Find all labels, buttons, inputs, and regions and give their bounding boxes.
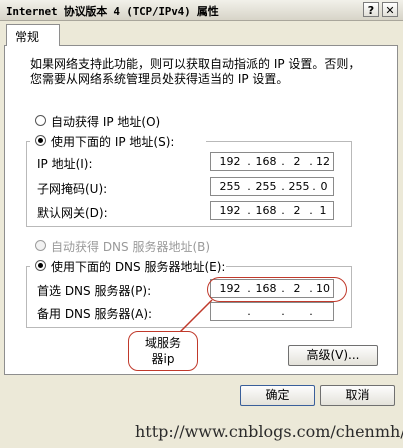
ok-button[interactable]: 确定 [240, 385, 315, 406]
dot: . [281, 155, 285, 168]
cancel-button[interactable]: 取消 [320, 385, 395, 406]
ip-octet: 168 [255, 204, 277, 217]
help-icon: ? [367, 4, 375, 17]
ip-octet: 0 [320, 180, 328, 193]
title-bar[interactable]: Internet 协议版本 4 (TCP/IPv4) 属性 ? ✕ [0, 0, 403, 21]
help-button[interactable]: ? [363, 2, 379, 17]
ip-octet: 192 [219, 204, 241, 217]
dot: . [247, 204, 251, 217]
watermark-text: http://www.cnblogs.com/chenmh/ [135, 422, 403, 441]
close-icon: ✕ [385, 4, 395, 17]
window-title: Internet 协议版本 4 (TCP/IPv4) 属性 [6, 5, 219, 18]
dot: . [309, 305, 313, 318]
dot: . [309, 155, 313, 168]
preferred-dns-label: 首选 DNS 服务器(P): [37, 284, 152, 298]
dot: . [247, 305, 251, 318]
ip-address-label: IP 地址(I): [37, 157, 93, 171]
ip-auto-radio[interactable] [35, 115, 46, 126]
annotation-callout: 域服务 器ip [128, 331, 198, 371]
annotation-text-line1: 域服务 [144, 336, 181, 350]
dot: . [247, 180, 251, 193]
close-button[interactable]: ✕ [382, 2, 398, 17]
description-text: 如果网络支持此功能，则可以获取自动指派的 IP 设置。否则，您需要从网络系统管理… [30, 57, 361, 86]
ip-auto-label: 自动获得 IP 地址(O) [51, 115, 161, 129]
annotation-text-line2: 器ip [151, 352, 175, 366]
ip-octet: 12 [316, 155, 330, 168]
dns-auto-radio[interactable] [35, 240, 46, 251]
dialog-window: Internet 协议版本 4 (TCP/IPv4) 属性 ? ✕ 常规 如果网… [0, 0, 403, 448]
dns-manual-label: 使用下面的 DNS 服务器地址(E): [51, 260, 226, 274]
tab-general[interactable]: 常规 [6, 24, 60, 46]
dot: . [281, 180, 285, 193]
tab-general-label: 常规 [15, 30, 40, 44]
dns-auto-label: 自动获得 DNS 服务器地址(B) [51, 240, 211, 254]
ip-manual-label: 使用下面的 IP 地址(S): [51, 135, 175, 149]
ip-octet: 255 [219, 180, 241, 193]
dot: . [281, 305, 285, 318]
dns-manual-radio[interactable] [35, 260, 46, 271]
ip-octet: 2 [293, 204, 301, 217]
gateway-field[interactable]: 192 . 168 . 2 . 1 [210, 201, 334, 220]
gateway-label: 默认网关(D): [37, 206, 108, 220]
ip-octet: 168 [255, 155, 277, 168]
ip-octet: 255 [255, 180, 277, 193]
dot: . [309, 204, 313, 217]
advanced-button[interactable]: 高级(V)... [288, 345, 378, 366]
ip-octet: 2 [293, 155, 301, 168]
ip-manual-radio[interactable] [35, 135, 46, 146]
alternate-dns-label: 备用 DNS 服务器(A): [37, 307, 153, 321]
annotation-pointer [179, 299, 213, 333]
dot: . [247, 155, 251, 168]
ip-octet: 255 [288, 180, 310, 193]
subnet-field[interactable]: 255 . 255 . 255 . 0 [210, 177, 334, 196]
dot: . [281, 204, 285, 217]
ip-octet: 1 [319, 204, 327, 217]
ip-address-field[interactable]: 192 . 168 . 2 . 12 [210, 152, 334, 171]
subnet-label: 子网掩码(U): [37, 182, 108, 196]
ip-octet: 192 [219, 155, 241, 168]
